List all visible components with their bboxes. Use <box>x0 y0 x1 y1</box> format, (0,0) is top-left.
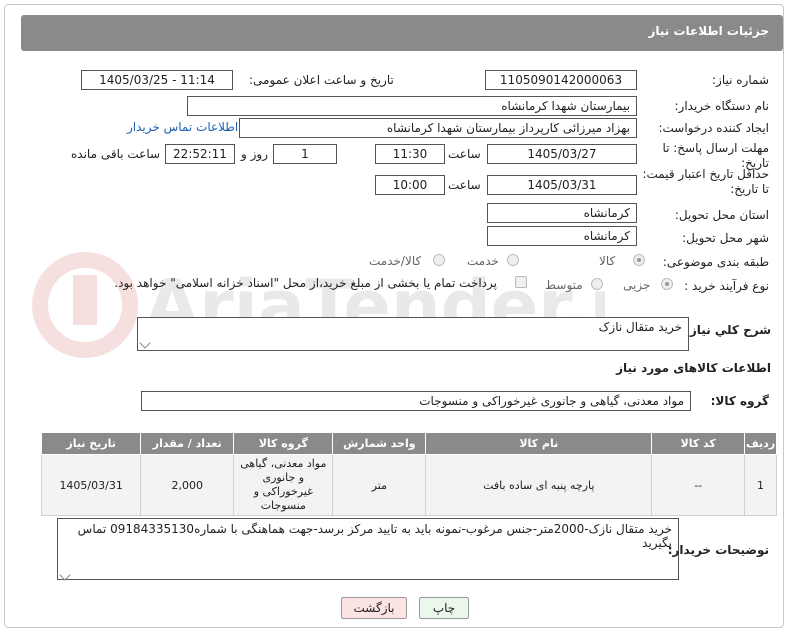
category-radio-goods[interactable] <box>633 254 645 266</box>
summary-field: خرید متقال نازک <box>137 317 689 351</box>
min-price-label: حداقل تاریخ اعتبار قیمت: تا تاریخ: <box>642 167 769 196</box>
treasury-payment-note: پرداخت تمام یا بخشی از مبلغ خرید،از محل … <box>114 276 497 290</box>
col-quantity: تعداد / مقدار <box>140 432 235 455</box>
days-remaining-field: 1 <box>273 144 337 164</box>
category-option-goods: کالا <box>599 254 616 268</box>
buyer-org-label: نام دستگاه خریدار: <box>674 99 770 113</box>
process-radio-minor[interactable] <box>661 278 673 290</box>
summary-label: شرح کلي نياز: <box>685 323 771 337</box>
category-option-service: خدمت <box>467 254 499 268</box>
remaining-time-label: ساعت باقی مانده <box>71 147 161 161</box>
cell-row: 1 <box>744 454 777 516</box>
goods-table-header: ردیف کد کالا نام کالا واحد شمارش گروه کا… <box>40 432 777 455</box>
goods-group-field: مواد معدنی، گیاهی و جانوری غیرخوراکی و م… <box>141 391 691 411</box>
deadline-date-field: 1405/03/27 <box>487 144 637 164</box>
print-button[interactable]: چاپ <box>419 597 469 619</box>
cell-date: 1405/03/31 <box>40 454 142 516</box>
days-label: روز و <box>241 147 268 161</box>
col-code: کد کالا <box>651 432 746 455</box>
cell-name: پارچه پنبه ای ساده بافت <box>425 454 653 516</box>
announce-datetime-label: تاریخ و ساعت اعلان عمومی: <box>249 73 394 87</box>
process-type-label: نوع فرآیند خرید : <box>684 279 769 293</box>
city-field: کرمانشاه <box>487 226 637 246</box>
col-unit: واحد شمارش <box>332 432 427 455</box>
process-radio-medium[interactable] <box>591 278 603 290</box>
table-row: 1 -- پارچه پنبه ای ساده بافت متر مواد مع… <box>40 454 777 516</box>
category-label: طبقه بندی موضوعی: <box>662 255 769 269</box>
cell-unit: متر <box>332 454 427 516</box>
treasury-payment-checkbox[interactable] <box>515 276 527 288</box>
back-button[interactable]: بازگشت <box>341 597 407 619</box>
deadline-time-label: ساعت <box>448 147 481 161</box>
goods-table: ردیف کد کالا نام کالا واحد شمارش گروه کا… <box>40 432 777 516</box>
min-price-date-field: 1405/03/31 <box>487 175 637 195</box>
min-price-time-label: ساعت <box>448 178 481 192</box>
panel-header: جزئیات اطلاعات نیاز <box>21 15 783 51</box>
buyer-notes-field: خرید متقال نازک-2000متر-جنس مرغوب-نمونه … <box>57 518 679 580</box>
province-label: استان محل تحویل: <box>674 208 769 222</box>
col-name: نام کالا <box>425 432 653 455</box>
buyer-contact-link[interactable]: اطلاعات تماس خریدار <box>127 120 238 134</box>
need-number-field: 1105090142000063 <box>485 70 637 90</box>
cell-group: مواد معدنی، گیاهی و جانوری غیرخوراکی و م… <box>233 454 334 516</box>
goods-section-title: اطلاعات کالاهای مورد نیاز <box>616 361 771 375</box>
col-date: تاریخ نیاز <box>40 432 142 455</box>
details-panel: جزئیات اطلاعات نیاز AriaTender.net شماره… <box>4 4 784 628</box>
requester-field: بهزاد میرزائی کارپرداز بیمارستان شهدا کر… <box>239 118 637 138</box>
province-field: کرمانشاه <box>487 203 637 223</box>
city-label: شهر محل تحویل: <box>682 231 769 245</box>
min-price-time-field: 10:00 <box>375 175 445 195</box>
need-number-label: شماره نیاز: <box>712 73 769 87</box>
category-radio-service[interactable] <box>507 254 519 266</box>
cell-quantity: 2,000 <box>140 454 235 516</box>
category-radio-goods-service[interactable] <box>433 254 445 266</box>
process-option-medium: متوسط <box>545 278 583 292</box>
deadline-time-field: 11:30 <box>375 144 445 164</box>
buyer-org-field: بیمارستان شهدا کرمانشاه <box>187 96 637 116</box>
buyer-notes-label: توضیحات خریدار: <box>667 543 769 557</box>
process-option-minor: جزیی <box>623 278 651 292</box>
requester-label: ایجاد کننده درخواست: <box>658 121 769 135</box>
col-row: ردیف <box>744 432 777 455</box>
remaining-time-field: 22:52:11 <box>165 144 235 164</box>
cell-code: -- <box>651 454 746 516</box>
category-option-goods-service: کالا/خدمت <box>369 254 422 268</box>
panel-title: جزئیات اطلاعات نیاز <box>648 24 769 38</box>
announce-datetime-field: 1405/03/25 - 11:14 <box>81 70 233 90</box>
col-group: گروه کالا <box>233 432 334 455</box>
goods-group-label: گروه کالا: <box>710 394 769 408</box>
